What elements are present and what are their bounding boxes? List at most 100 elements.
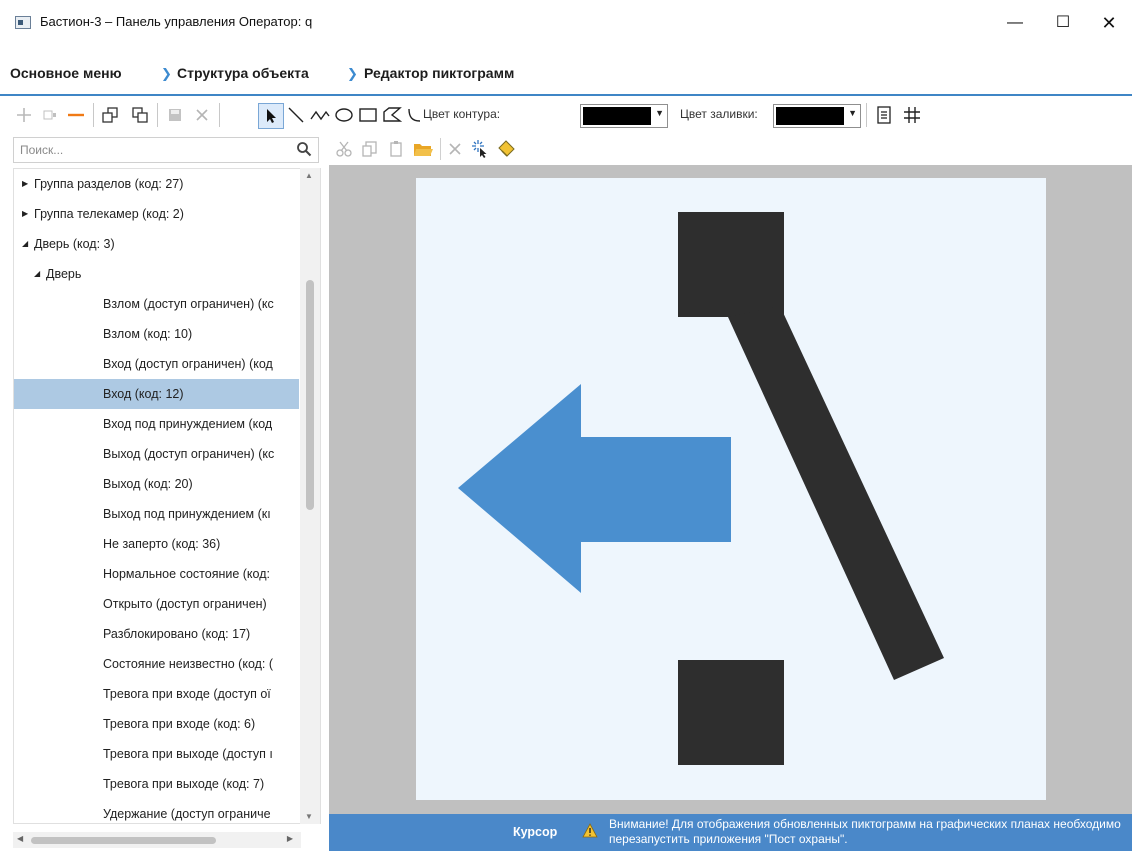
- breadcrumb-chevron-icon: ❯: [347, 66, 358, 81]
- breadcrumb-chevron-icon: ❯: [161, 66, 172, 81]
- search-input[interactable]: [18, 142, 292, 158]
- expand-arrow-icon[interactable]: ▶: [22, 199, 28, 229]
- magic-select-icon[interactable]: [471, 138, 491, 160]
- icon-tree: ▶ Группа разделов (код: 27) ▶ Группа телека…: [13, 168, 321, 824]
- search-icon[interactable]: [296, 141, 312, 157]
- copy-icon[interactable]: [361, 138, 379, 160]
- rectangle-icon[interactable]: [356, 103, 380, 127]
- scroll-up-icon[interactable]: ▲: [305, 171, 313, 180]
- tree-item[interactable]: Взлом (доступ ограничен) (кс: [14, 289, 299, 319]
- tree-item[interactable]: Разблокировано (код: 17): [14, 619, 299, 649]
- tree-item-label: Нормальное состояние (код:: [103, 567, 270, 581]
- tree-item[interactable]: Взлом (код: 10): [14, 319, 299, 349]
- tree-item[interactable]: ◢ Дверь (код: 3): [14, 229, 299, 259]
- group-icon[interactable]: [98, 103, 122, 127]
- collapse-arrow-icon[interactable]: ◢: [22, 229, 28, 259]
- breadcrumb-icon-editor: Редактор пиктограмм: [364, 65, 515, 81]
- tree-item[interactable]: Не заперто (код: 36): [14, 529, 299, 559]
- tree-item-label: Тревога при входе (доступ ої: [103, 687, 271, 701]
- tree-item[interactable]: Нормальное состояние (код:: [14, 559, 299, 589]
- delete-icon[interactable]: [190, 103, 214, 127]
- fill-color-picker[interactable]: ▼: [773, 104, 861, 128]
- expand-arrow-icon[interactable]: ▶: [22, 169, 28, 199]
- tree-item[interactable]: Выход (код: 20): [14, 469, 299, 499]
- ungroup-icon[interactable]: [128, 103, 152, 127]
- exit-arrow-shape[interactable]: [458, 384, 731, 593]
- tree-item-label: Взлом (доступ ограничен) (кс: [103, 297, 274, 311]
- paste-icon[interactable]: [387, 138, 405, 160]
- breadcrumb-object-structure[interactable]: Структура объекта: [177, 65, 309, 81]
- scroll-right-icon[interactable]: ▶: [287, 834, 293, 843]
- line-icon[interactable]: [284, 103, 308, 127]
- scroll-down-icon[interactable]: ▼: [305, 812, 313, 821]
- remove-icon[interactable]: [64, 103, 88, 127]
- duplicate-icon[interactable]: [38, 103, 62, 127]
- scroll-left-icon[interactable]: ◀: [17, 834, 23, 843]
- tree-item[interactable]: Тревога при входе (код: 6): [14, 709, 299, 739]
- close-button[interactable]: ✕: [1094, 9, 1124, 37]
- ellipse-icon[interactable]: [332, 103, 356, 127]
- icon-canvas[interactable]: [416, 178, 1046, 800]
- tree-item-label: Выход (код: 20): [103, 477, 193, 491]
- grid-icon[interactable]: [900, 103, 924, 127]
- door-top-square[interactable]: [678, 212, 784, 317]
- toolbar-separator: [440, 138, 441, 160]
- tree-item-label: Выход (доступ ограничен) (кс: [103, 447, 275, 461]
- contour-color-label: Цвет контура:: [423, 107, 501, 121]
- contour-color-picker[interactable]: ▼: [580, 104, 668, 128]
- toolbar-separator: [219, 103, 220, 127]
- chevron-down-icon: ▼: [655, 108, 664, 118]
- maximize-button[interactable]: ☐: [1048, 9, 1078, 37]
- tree-item-label: Дверь (код: 3): [34, 237, 115, 251]
- tree-item-label: Вход (код: 12): [103, 387, 184, 401]
- tree-item-label: Вход (доступ ограничен) (код: [103, 357, 273, 371]
- chevron-down-icon: ▼: [848, 108, 857, 118]
- tree-item-label: Состояние неизвестно (код: (: [103, 657, 274, 671]
- tree-item[interactable]: Тревога при выходе (доступ ı: [14, 739, 299, 769]
- title-bar: Бастион-3 – Панель управления Оператор: …: [0, 0, 1132, 46]
- scrollbar-thumb[interactable]: [31, 837, 216, 844]
- cursor-status: Курсор: [513, 825, 558, 839]
- tree-item[interactable]: Вход (доступ ограничен) (код: [14, 349, 299, 379]
- tree-item[interactable]: Выход (доступ ограничен) (кс: [14, 439, 299, 469]
- tree-item[interactable]: Выход под принуждением (кı: [14, 499, 299, 529]
- open-folder-icon[interactable]: [413, 138, 433, 160]
- tree-item-label: Открыто (доступ ограничен): [103, 597, 267, 611]
- door-bottom-square[interactable]: [678, 660, 784, 765]
- tree-item-label: Тревога при выходе (доступ ı: [103, 747, 273, 761]
- tree-item-label: Тревога при выходе (код: 7): [103, 777, 265, 791]
- tree-item[interactable]: ▶ Группа телекамер (код: 2): [14, 199, 299, 229]
- minimize-button[interactable]: —: [1000, 9, 1030, 37]
- tree-item[interactable]: Состояние неизвестно (код: (: [14, 649, 299, 679]
- clear-icon[interactable]: [497, 138, 517, 160]
- tree-item-label: Группа разделов (код: 27): [34, 177, 184, 191]
- arc-icon[interactable]: [404, 103, 424, 127]
- breadcrumb-main-menu[interactable]: Основное меню: [10, 65, 122, 81]
- tree-item[interactable]: Вход (код: 12): [14, 379, 299, 409]
- add-icon[interactable]: [12, 103, 36, 127]
- cut-icon[interactable]: [335, 138, 353, 160]
- tree-item[interactable]: Удержание (доступ ограниче: [14, 799, 299, 823]
- tree-horizontal-scrollbar[interactable]: ◀ ▶: [13, 832, 301, 848]
- collapse-arrow-icon[interactable]: ◢: [34, 259, 40, 289]
- scrollbar-thumb[interactable]: [306, 280, 314, 510]
- tree-item-label: Не заперто (код: 36): [103, 537, 221, 551]
- app-icon: [15, 16, 31, 29]
- tree-vertical-scrollbar[interactable]: ▲ ▼: [300, 168, 320, 824]
- pointer-icon[interactable]: [258, 103, 284, 129]
- tree-item[interactable]: Открыто (доступ ограничен): [14, 589, 299, 619]
- tree-item[interactable]: Тревога при выходе (код: 7): [14, 769, 299, 799]
- door-diagonal-bar[interactable]: [728, 306, 944, 680]
- breadcrumb: Основное меню ❯ Структура объекта ❯ Реда…: [0, 58, 1132, 88]
- tree-item[interactable]: ◢ Дверь: [14, 259, 299, 289]
- polyline-icon[interactable]: [308, 103, 332, 127]
- tree-item[interactable]: Вход под принуждением (код: [14, 409, 299, 439]
- delete-icon[interactable]: [447, 138, 463, 160]
- warning-icon: [582, 823, 598, 838]
- tree-item[interactable]: ▶ Группа разделов (код: 27): [14, 169, 299, 199]
- tree-item[interactable]: Тревога при входе (доступ ої: [14, 679, 299, 709]
- toolbar-separator: [866, 103, 867, 127]
- save-icon[interactable]: [163, 103, 187, 127]
- polygon-icon[interactable]: [380, 103, 404, 127]
- properties-icon[interactable]: [872, 103, 896, 127]
